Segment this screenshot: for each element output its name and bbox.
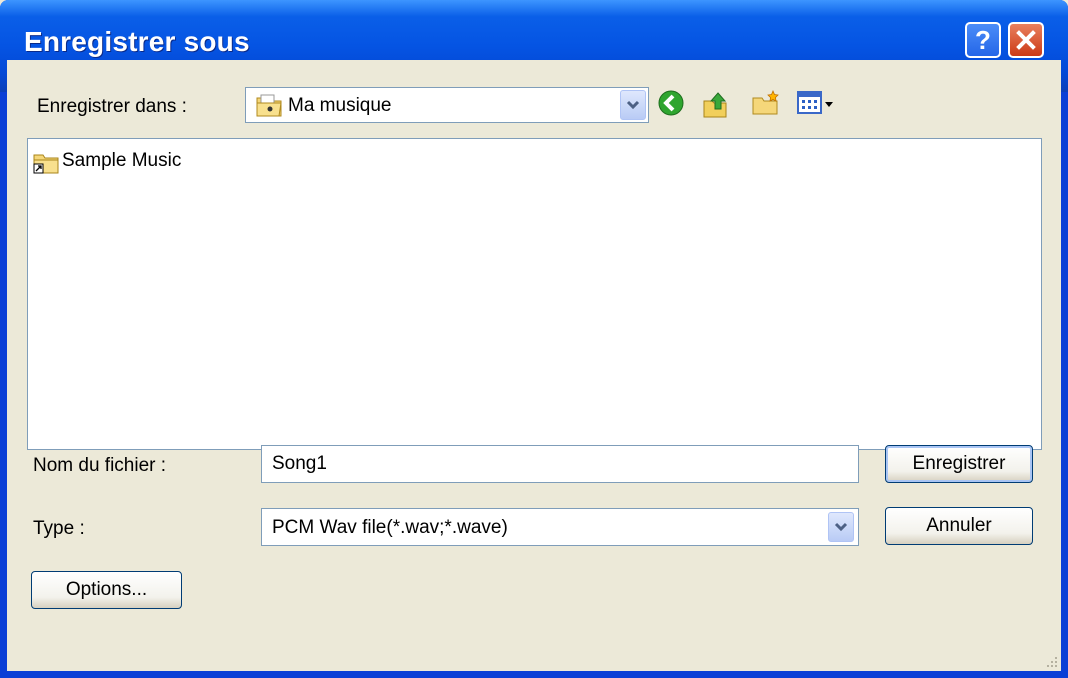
cancel-button[interactable]: Annuler	[885, 507, 1033, 545]
dialog-title: Enregistrer sous	[24, 26, 250, 57]
folder-shortcut-icon	[33, 154, 59, 174]
filename-input[interactable]	[262, 446, 858, 482]
file-list[interactable]: Sample Music	[27, 138, 1042, 450]
filename-field[interactable]	[261, 445, 859, 483]
resize-grip-icon[interactable]	[1043, 653, 1059, 669]
filetype-label: Type :	[33, 518, 85, 539]
filetype-dropdown-button[interactable]	[828, 512, 854, 542]
view-menu-icon[interactable]	[797, 89, 835, 117]
close-button[interactable]	[1008, 22, 1044, 58]
new-folder-icon[interactable]	[751, 89, 781, 117]
save-in-dropdown-button[interactable]	[620, 90, 646, 120]
dialog-body: Enregistrer dans : Ma musique Sample Mus…	[7, 60, 1061, 671]
save-as-dialog: Enregistrer sous ? Enregistrer dans : Ma…	[0, 0, 1068, 678]
filename-label: Nom du fichier :	[33, 455, 167, 476]
chevron-down-icon	[626, 100, 640, 110]
back-icon[interactable]	[657, 89, 685, 117]
filetype-value: PCM Wav file(*.wav;*.wave)	[272, 517, 508, 538]
up-folder-icon[interactable]	[701, 89, 731, 119]
help-button[interactable]: ?	[965, 22, 1001, 58]
list-item-label: Sample Music	[62, 150, 182, 171]
music-folder-icon	[256, 94, 282, 117]
save-in-label: Enregistrer dans :	[37, 96, 187, 117]
options-button[interactable]: Options...	[31, 571, 182, 609]
filetype-combobox[interactable]: PCM Wav file(*.wav;*.wave)	[261, 508, 859, 546]
close-icon	[1016, 30, 1036, 50]
save-in-combobox[interactable]: Ma musique	[245, 87, 649, 123]
chevron-down-icon	[834, 522, 848, 532]
save-button[interactable]: Enregistrer	[885, 445, 1033, 483]
save-in-value: Ma musique	[288, 95, 392, 116]
